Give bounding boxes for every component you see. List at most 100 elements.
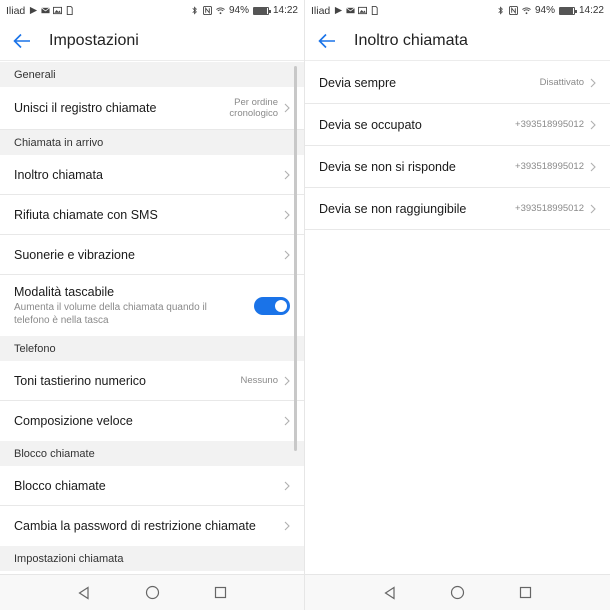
nfc-icon bbox=[202, 6, 212, 15]
status-right: 94% 14:22 bbox=[496, 5, 604, 16]
nav-back-button[interactable] bbox=[76, 585, 92, 601]
navigation-bar bbox=[0, 574, 304, 610]
nav-recents-button[interactable] bbox=[518, 585, 534, 601]
chevron-right-icon bbox=[284, 416, 290, 426]
wifi-icon bbox=[216, 7, 225, 15]
chevron-right-icon bbox=[284, 210, 290, 219]
circle-home-icon bbox=[145, 585, 159, 600]
forwarding-list: Devia sempre Disattivato Devia se occupa… bbox=[305, 62, 610, 574]
battery-icon bbox=[252, 6, 271, 15]
sim-icon bbox=[372, 6, 378, 15]
row-devia-occupato[interactable]: Devia se occupato +393518995012 bbox=[305, 104, 610, 146]
chevron-right-icon bbox=[590, 120, 596, 129]
row-description: Aumenta il volume della chiamata quando … bbox=[14, 301, 207, 326]
row-value-line2: cronologico bbox=[229, 108, 278, 119]
status-right: 94% 14:22 bbox=[190, 5, 298, 16]
row-suonerie[interactable]: Suonerie e vibrazione bbox=[0, 235, 304, 275]
carrier-name: Iliad bbox=[6, 4, 26, 17]
row-toni-tastierino[interactable]: Toni tastierino numerico Nessuno bbox=[0, 361, 304, 401]
section-header-chiamata-in-arrivo: Chiamata in arrivo bbox=[0, 130, 304, 155]
toggle-knob bbox=[275, 299, 287, 312]
status-bar: Iliad 94% 14:22 bbox=[305, 0, 610, 21]
chevron-right-icon bbox=[284, 481, 290, 490]
row-label: Devia se occupato bbox=[319, 117, 422, 132]
circle-home-icon bbox=[450, 585, 465, 600]
settings-list: Generali Unisci il registro chiamate Per… bbox=[0, 62, 304, 574]
row-value: +393518995012 bbox=[515, 161, 584, 172]
wifi-icon bbox=[522, 7, 531, 15]
row-value: Per ordine cronologico bbox=[229, 97, 278, 119]
battery-fill bbox=[253, 7, 268, 14]
section-header-telefono: Telefono bbox=[0, 336, 304, 361]
chevron-right-icon bbox=[284, 250, 290, 259]
row-devia-non-raggiungibile[interactable]: Devia se non raggiungibile +393518995012 bbox=[305, 188, 610, 230]
row-rifiuta-sms[interactable]: Rifiuta chiamate con SMS bbox=[0, 195, 304, 235]
bluetooth-icon bbox=[498, 6, 503, 15]
row-label: Devia se non si risponde bbox=[319, 159, 456, 174]
section-header-impostazioni-chiamata: Impostazioni chiamata bbox=[0, 546, 304, 571]
page-title: Inoltro chiamata bbox=[354, 31, 468, 49]
play-store-icon bbox=[335, 6, 343, 15]
nfc-icon bbox=[508, 6, 518, 15]
status-bar: Iliad 94% 14:22 bbox=[0, 0, 304, 21]
row-inoltro-chiamata[interactable]: Inoltro chiamata bbox=[0, 155, 304, 195]
chevron-right-icon bbox=[284, 103, 290, 113]
notification-icons bbox=[29, 6, 74, 15]
row-value: Disattivato bbox=[539, 77, 584, 88]
row-modalita-tascabile[interactable]: Modalità tascabile Aumenta il volume del… bbox=[0, 275, 304, 336]
carrier-name: Iliad bbox=[311, 4, 331, 17]
battery-percent: 94% bbox=[228, 5, 249, 16]
row-value-line1: Per ordine bbox=[234, 97, 278, 108]
nav-home-button[interactable] bbox=[450, 585, 466, 601]
row-text: Modalità tascabile Aumenta il volume del… bbox=[14, 285, 236, 327]
scrollbar[interactable] bbox=[294, 66, 297, 451]
chevron-right-icon bbox=[284, 521, 290, 531]
battery-fill bbox=[559, 7, 574, 14]
back-button[interactable] bbox=[2, 21, 42, 61]
notification-icons bbox=[334, 6, 379, 15]
row-devia-sempre[interactable]: Devia sempre Disattivato bbox=[305, 62, 610, 104]
row-label: Unisci il registro chiamate bbox=[14, 101, 157, 115]
row-composizione-veloce[interactable]: Composizione veloce bbox=[0, 401, 304, 441]
clock: 14:22 bbox=[578, 5, 604, 16]
row-label: Rifiuta chiamate con SMS bbox=[14, 207, 158, 222]
photo-icon bbox=[358, 6, 368, 15]
nav-home-button[interactable] bbox=[144, 585, 160, 601]
app-bar: Impostazioni bbox=[0, 21, 304, 61]
row-value: Nessuno bbox=[240, 375, 279, 386]
row-unisci-registro[interactable]: Unisci il registro chiamate Per ordine c… bbox=[0, 87, 304, 130]
square-recents-icon bbox=[214, 586, 226, 599]
mail-icon bbox=[41, 7, 51, 14]
photo-icon bbox=[53, 6, 63, 15]
row-label: Blocco chiamate bbox=[14, 478, 106, 493]
bluetooth-icon bbox=[192, 6, 197, 15]
square-recents-icon bbox=[519, 586, 532, 599]
navigation-bar bbox=[305, 574, 610, 610]
back-button[interactable] bbox=[307, 21, 347, 61]
row-label: Cambia la password di restrizione chiama… bbox=[14, 519, 256, 533]
section-header-blocco-chiamate: Blocco chiamate bbox=[0, 441, 304, 466]
row-value: +393518995012 bbox=[515, 119, 584, 130]
nav-back-button[interactable] bbox=[382, 585, 398, 601]
row-blocco-chiamate[interactable]: Blocco chiamate bbox=[0, 466, 304, 506]
clock: 14:22 bbox=[272, 5, 298, 16]
row-label: Modalità tascabile bbox=[14, 284, 115, 299]
row-label: Toni tastierino numerico bbox=[14, 373, 147, 388]
sim-icon bbox=[67, 6, 73, 15]
arrow-left-icon bbox=[13, 33, 30, 48]
page-title: Impostazioni bbox=[49, 31, 139, 49]
battery-icon bbox=[558, 6, 577, 15]
row-label: Devia se non raggiungibile bbox=[319, 201, 467, 216]
row-label: Suonerie e vibrazione bbox=[14, 247, 135, 262]
row-label: Composizione veloce bbox=[14, 414, 133, 428]
row-label: Inoltro chiamata bbox=[14, 167, 103, 182]
nav-recents-button[interactable] bbox=[212, 585, 228, 601]
row-devia-non-risponde[interactable]: Devia se non si risponde +393518995012 bbox=[305, 146, 610, 188]
section-header-generali: Generali bbox=[0, 62, 304, 87]
arrow-left-icon bbox=[318, 33, 335, 48]
row-cambia-password[interactable]: Cambia la password di restrizione chiama… bbox=[0, 506, 304, 546]
chevron-right-icon bbox=[590, 162, 596, 171]
chevron-right-icon bbox=[284, 376, 290, 385]
triangle-back-icon bbox=[78, 585, 89, 600]
pocket-mode-toggle[interactable] bbox=[254, 296, 290, 315]
